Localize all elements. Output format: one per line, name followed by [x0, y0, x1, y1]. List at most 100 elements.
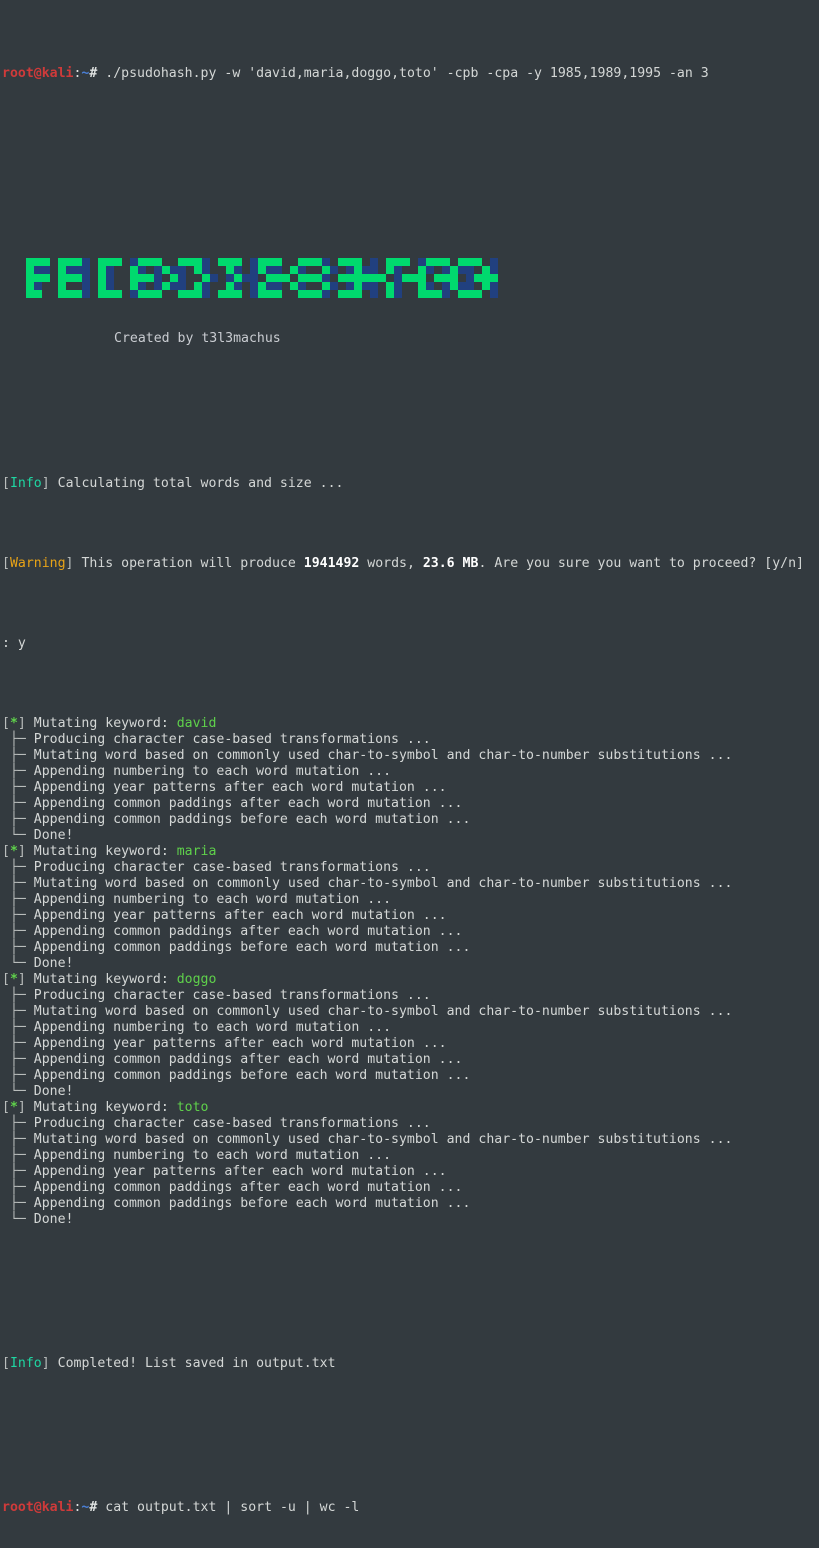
keyword-step: ├─ Mutating word based on commonly used …: [2, 876, 819, 892]
banner-cell: [178, 266, 186, 274]
banner-cell: [50, 274, 58, 282]
banner-cell: [258, 274, 266, 282]
banner-cell: [290, 290, 298, 298]
banner-cell: [130, 290, 138, 298]
keyword-step: ├─ Appending numbering to each word muta…: [2, 1148, 819, 1164]
step-text: Appending year patterns after each word …: [33, 780, 447, 795]
bracket-open: [: [2, 972, 10, 987]
psudohash-banner: [2, 258, 819, 298]
banner-cell: [114, 290, 122, 298]
banner-cell: [162, 290, 170, 298]
step-text: Producing character case-based transform…: [33, 860, 431, 875]
keyword-step: ├─ Appending common paddings after each …: [2, 924, 819, 940]
banner-cell: [378, 282, 386, 290]
banner-cell: [418, 266, 426, 274]
keyword-step: ├─ Producing character case-based transf…: [2, 1116, 819, 1132]
banner-cell: [66, 290, 74, 298]
banner-cell: [370, 266, 378, 274]
banner-cell: [114, 282, 122, 290]
banner-cell: [290, 266, 298, 274]
completed-text: Completed! List saved in output.txt: [57, 1356, 336, 1371]
banner-cell: [346, 290, 354, 298]
banner-cell: [202, 290, 210, 298]
banner-cell: [194, 282, 202, 290]
tree-branch-icon: ├─: [2, 812, 34, 827]
banner-cell: [306, 274, 314, 282]
banner-cell: [370, 258, 378, 266]
banner-cell: [266, 290, 274, 298]
banner-cell: [298, 290, 306, 298]
keyword-header-maria: [*] Mutating keyword: maria: [2, 844, 819, 860]
banner-cell: [354, 290, 362, 298]
banner-cell: [234, 282, 242, 290]
banner-cell: [218, 282, 226, 290]
tree-branch-icon: ├─: [2, 1068, 34, 1083]
banner-cell: [314, 290, 322, 298]
banner-cell: [418, 274, 426, 282]
step-text: Appending common paddings after each wor…: [33, 1052, 463, 1067]
keyword-step: ├─ Mutating word based on commonly used …: [2, 1004, 819, 1020]
banner-cell: [410, 274, 418, 282]
banner-cell: [138, 274, 146, 282]
banner-cell: [458, 282, 466, 290]
prompt-answer-line[interactable]: : y: [2, 636, 819, 652]
banner-cell: [162, 274, 170, 282]
banner-cell: [482, 290, 490, 298]
banner-cell: [210, 258, 218, 266]
bracket-open: [: [2, 1100, 10, 1115]
banner-cell: [170, 282, 178, 290]
banner-cell: [122, 282, 130, 290]
banner-cell: [242, 274, 250, 282]
step-text: Producing character case-based transform…: [33, 732, 431, 747]
banner-cell: [418, 282, 426, 290]
bracket-close: ]: [17, 972, 26, 987]
banner-cell: [58, 274, 66, 282]
step-text: Producing character case-based transform…: [33, 1116, 431, 1131]
banner-cell: [354, 266, 362, 274]
banner-cell: [114, 258, 122, 266]
banner-cell: [474, 258, 482, 266]
banner-cell: [426, 290, 434, 298]
keyword-header-label: Mutating keyword:: [25, 716, 177, 731]
banner-cell: [298, 266, 306, 274]
banner-cell: [410, 266, 418, 274]
terminal-window[interactable]: root@kali:~# ./psudohash.py -w 'david,ma…: [0, 0, 819, 1548]
banner-cell: [434, 282, 442, 290]
banner-cell: [162, 282, 170, 290]
banner-cell: [354, 274, 362, 282]
banner-cell: [226, 258, 234, 266]
banner-cell: [490, 266, 498, 274]
banner-cell: [50, 282, 58, 290]
banner-cell: [42, 258, 50, 266]
command-line-2[interactable]: root@kali:~# cat output.txt | sort -u | …: [2, 1500, 819, 1516]
banner-cell: [282, 274, 290, 282]
banner-cell: [218, 274, 226, 282]
command-line-1[interactable]: root@kali:~# ./psudohash.py -w 'david,ma…: [2, 66, 819, 82]
banner-cell: [466, 282, 474, 290]
banner-cell: [226, 282, 234, 290]
tree-branch-icon: ├─: [2, 1148, 34, 1163]
warning-size: 23.6 MB: [422, 556, 479, 571]
banner-cell: [442, 266, 450, 274]
banner-cell: [146, 258, 154, 266]
banner-cell: [138, 258, 146, 266]
banner-cell: [282, 266, 290, 274]
tree-branch-icon: ├─: [2, 940, 34, 955]
keyword-step: ├─ Appending common paddings before each…: [2, 812, 819, 828]
warning-prefix: This operation will produce: [81, 556, 304, 571]
banner-cell: [26, 282, 34, 290]
bracket-open: [: [2, 716, 10, 731]
banner-cell: [426, 266, 434, 274]
banner-cell: [58, 290, 66, 298]
banner-cell: [218, 266, 226, 274]
banner-cell: [474, 266, 482, 274]
banner-cell: [50, 266, 58, 274]
banner-cell: [442, 274, 450, 282]
banner-cell: [394, 274, 402, 282]
prompt-colon: :: [73, 1500, 82, 1515]
banner-cell: [386, 274, 394, 282]
banner-cell: [290, 282, 298, 290]
banner-cell: [194, 290, 202, 298]
